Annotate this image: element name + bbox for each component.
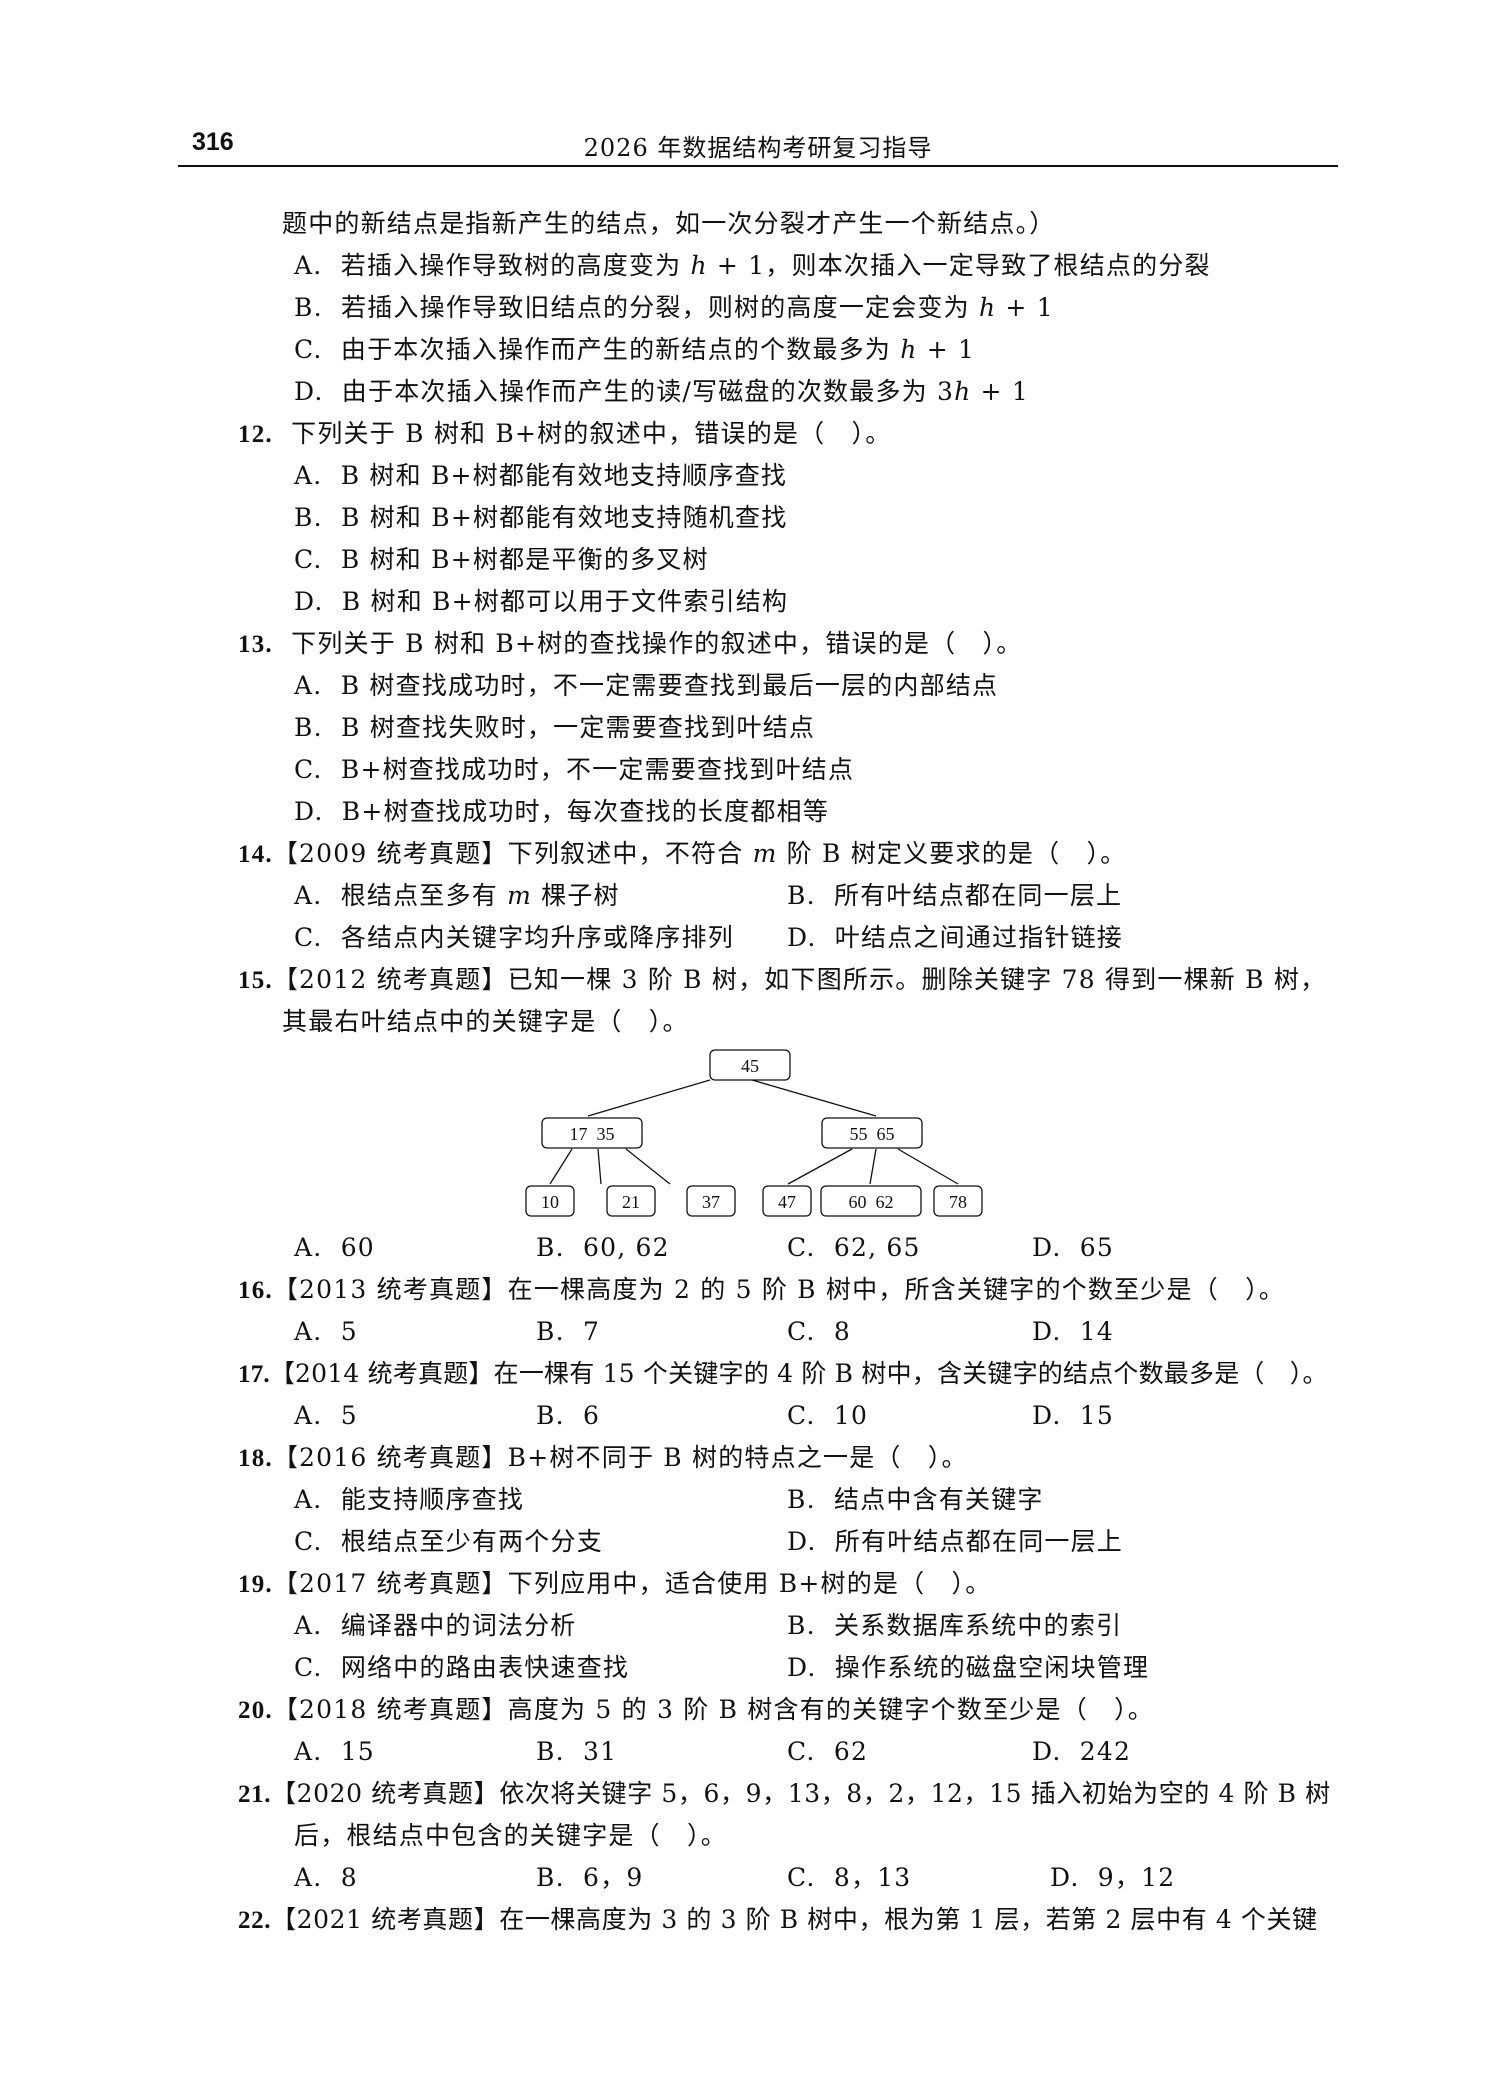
q13-option-a: A. B 树查找成功时，不一定需要查找到最后一层的内部结点 — [294, 671, 999, 700]
q15-option-a: A. 60 — [294, 1233, 375, 1262]
q21-option-a: A. 8 — [294, 1863, 358, 1892]
tree-edge — [587, 1079, 711, 1117]
q11-option-a: A. 若插入操作导致树的高度变为 h + 1，则本次插入一定导致了根结点的分裂 — [294, 251, 1211, 280]
q19-stem: 19.【2017 统考真题】下列应用中，适合使用 B+树的是（ ）。 — [238, 1569, 992, 1598]
q16-option-b: B. 7 — [536, 1317, 601, 1346]
q11-continuation: 题中的新结点是指新产生的结点，如一次分裂才产生一个新结点。） — [282, 209, 1056, 238]
q18-option-b: B. 结点中含有关键字 — [787, 1485, 1044, 1514]
tree-leaf-label: 37 — [702, 1192, 720, 1212]
q12-option-d: D. B 树和 B+树都可以用于文件索引结构 — [294, 587, 789, 616]
q20-option-a: A. 15 — [294, 1737, 375, 1766]
q20-option-b: B. 31 — [536, 1737, 618, 1766]
q17-option-d: D. 15 — [1032, 1401, 1115, 1430]
q18-stem: 18.【2016 统考真题】B+树不同于 B 树的特点之一是（ ）。 — [238, 1443, 968, 1472]
q16-option-d: D. 14 — [1032, 1317, 1115, 1346]
q16-stem: 16.【2013 统考真题】在一棵高度为 2 的 5 阶 B 树中，所含关键字的… — [238, 1275, 1285, 1304]
tree-root-label: 45 — [741, 1056, 759, 1076]
q15-stem-line2: 其最右叶结点中的关键字是（ ）。 — [282, 1007, 689, 1036]
q21-option-d: D. 9，12 — [1050, 1863, 1176, 1892]
tree-edge — [625, 1148, 671, 1185]
q22-stem: 22.【2021 统考真题】在一棵高度为 3 的 3 阶 B 树中，根为第 1 … — [238, 1905, 1318, 1934]
q19-option-c: C. 网络中的路由表快速查找 — [294, 1653, 630, 1682]
tree-leaf-label: 10 — [541, 1192, 559, 1212]
q18-option-c: C. 根结点至少有两个分支 — [294, 1527, 603, 1556]
textbook-page: 316 2026 年数据结构考研复习指导 题中的新结点是指新产生的结点，如一次分… — [0, 0, 1503, 2095]
tree-left-label: 17 35 — [570, 1124, 615, 1144]
q18-option-a: A. 能支持顺序查找 — [294, 1485, 525, 1514]
tree-edge — [787, 1148, 853, 1185]
q16-option-c: C. 8 — [787, 1317, 851, 1346]
q13-option-b: B. B 树查找失败时，一定需要查找到叶结点 — [294, 713, 816, 742]
q13-option-d: D. B+树查找成功时，每次查找的长度都相等 — [294, 797, 829, 826]
q14-option-d: D. 叶结点之间通过指针链接 — [787, 923, 1123, 952]
q19-option-a: A. 编译器中的词法分析 — [294, 1611, 577, 1640]
q21-stem-line2: 后，根结点中包含的关键字是（ ）。 — [294, 1821, 727, 1850]
q20-option-d: D. 242 — [1032, 1737, 1132, 1766]
q17-stem: 17.【2014 统考真题】在一棵有 15 个关键字的 4 阶 B 树中，含关键… — [238, 1359, 1328, 1388]
q11-option-c: C. 由于本次插入操作而产生的新结点的个数最多为 h + 1 — [294, 335, 976, 364]
q12-option-a: A. B 树和 B+树都能有效地支持顺序查找 — [294, 461, 788, 490]
q15-option-d: D. 65 — [1032, 1233, 1115, 1262]
q14-stem: 14.【2009 统考真题】下列叙述中，不符合 m 阶 B 树定义要求的是（ ）… — [238, 839, 1127, 868]
q12-stem: 12. 下列关于 B 树和 B+树的叙述中，错误的是（ ）。 — [238, 419, 892, 448]
tree-leaf-label: 78 — [949, 1192, 967, 1212]
q15-option-c: C. 62, 65 — [787, 1233, 921, 1262]
tree-leaf-label: 21 — [622, 1192, 640, 1212]
q13-option-c: C. B+树查找成功时，不一定需要查找到叶结点 — [294, 755, 855, 784]
q13-stem: 13. 下列关于 B 树和 B+树的查找操作的叙述中，错误的是（ ）。 — [238, 629, 1023, 658]
q12-option-b: B. B 树和 B+树都能有效地支持随机查找 — [294, 503, 788, 532]
b-tree-diagram: 45 17 35 55 65 10 21 37 47 60 62 78 — [525, 1049, 983, 1217]
q19-option-d: D. 操作系统的磁盘空闲块管理 — [787, 1653, 1150, 1682]
tree-edge — [549, 1148, 573, 1185]
q14-option-b: B. 所有叶结点都在同一层上 — [787, 881, 1123, 910]
tree-edge — [897, 1148, 959, 1185]
q19-option-b: B. 关系数据库系统中的索引 — [787, 1611, 1123, 1640]
running-title: 2026 年数据结构考研复习指导 — [583, 134, 933, 162]
tree-edge — [597, 1148, 602, 1185]
header-rule — [178, 165, 1338, 167]
q20-stem: 20.【2018 统考真题】高度为 5 的 3 阶 B 树含有的关键字个数至少是… — [238, 1695, 1154, 1724]
q11-option-d: D. 由于本次插入操作而产生的读/写磁盘的次数最多为 3h + 1 — [294, 377, 1029, 406]
tree-right-label: 55 65 — [850, 1124, 895, 1144]
q12-option-c: C. B 树和 B+树都是平衡的多叉树 — [294, 545, 709, 574]
q11-option-b: B. 若插入操作导致旧结点的分裂，则树的高度一定会变为 h + 1 — [294, 293, 1054, 322]
q15-option-b: B. 60, 62 — [536, 1233, 670, 1262]
tree-leaf-label: 60 62 — [849, 1192, 894, 1212]
tree-edge — [869, 1148, 877, 1185]
q21-option-c: C. 8，13 — [787, 1863, 912, 1892]
q15-stem-line1: 15.【2012 统考真题】已知一棵 3 阶 B 树，如下图所示。删除关键字 7… — [238, 965, 1327, 994]
q21-stem-line1: 21.【2020 统考真题】依次将关键字 5，6，9，13，8，2，12，15 … — [238, 1779, 1331, 1808]
q17-option-b: B. 6 — [536, 1401, 601, 1430]
q16-option-a: A. 5 — [294, 1317, 358, 1346]
q17-option-c: C. 10 — [787, 1401, 869, 1430]
q14-option-c: C. 各结点内关键字均升序或降序排列 — [294, 923, 734, 952]
q18-option-d: D. 所有叶结点都在同一层上 — [787, 1527, 1123, 1556]
tree-edge — [751, 1079, 877, 1117]
q20-option-c: C. 62 — [787, 1737, 869, 1766]
q14-option-a: A. 根结点至多有 m 棵子树 — [294, 881, 620, 910]
q17-option-a: A. 5 — [294, 1401, 358, 1430]
page-header: 316 2026 年数据结构考研复习指导 — [178, 128, 1338, 168]
q21-option-b: B. 6，9 — [536, 1863, 644, 1892]
tree-leaf-label: 47 — [778, 1192, 796, 1212]
